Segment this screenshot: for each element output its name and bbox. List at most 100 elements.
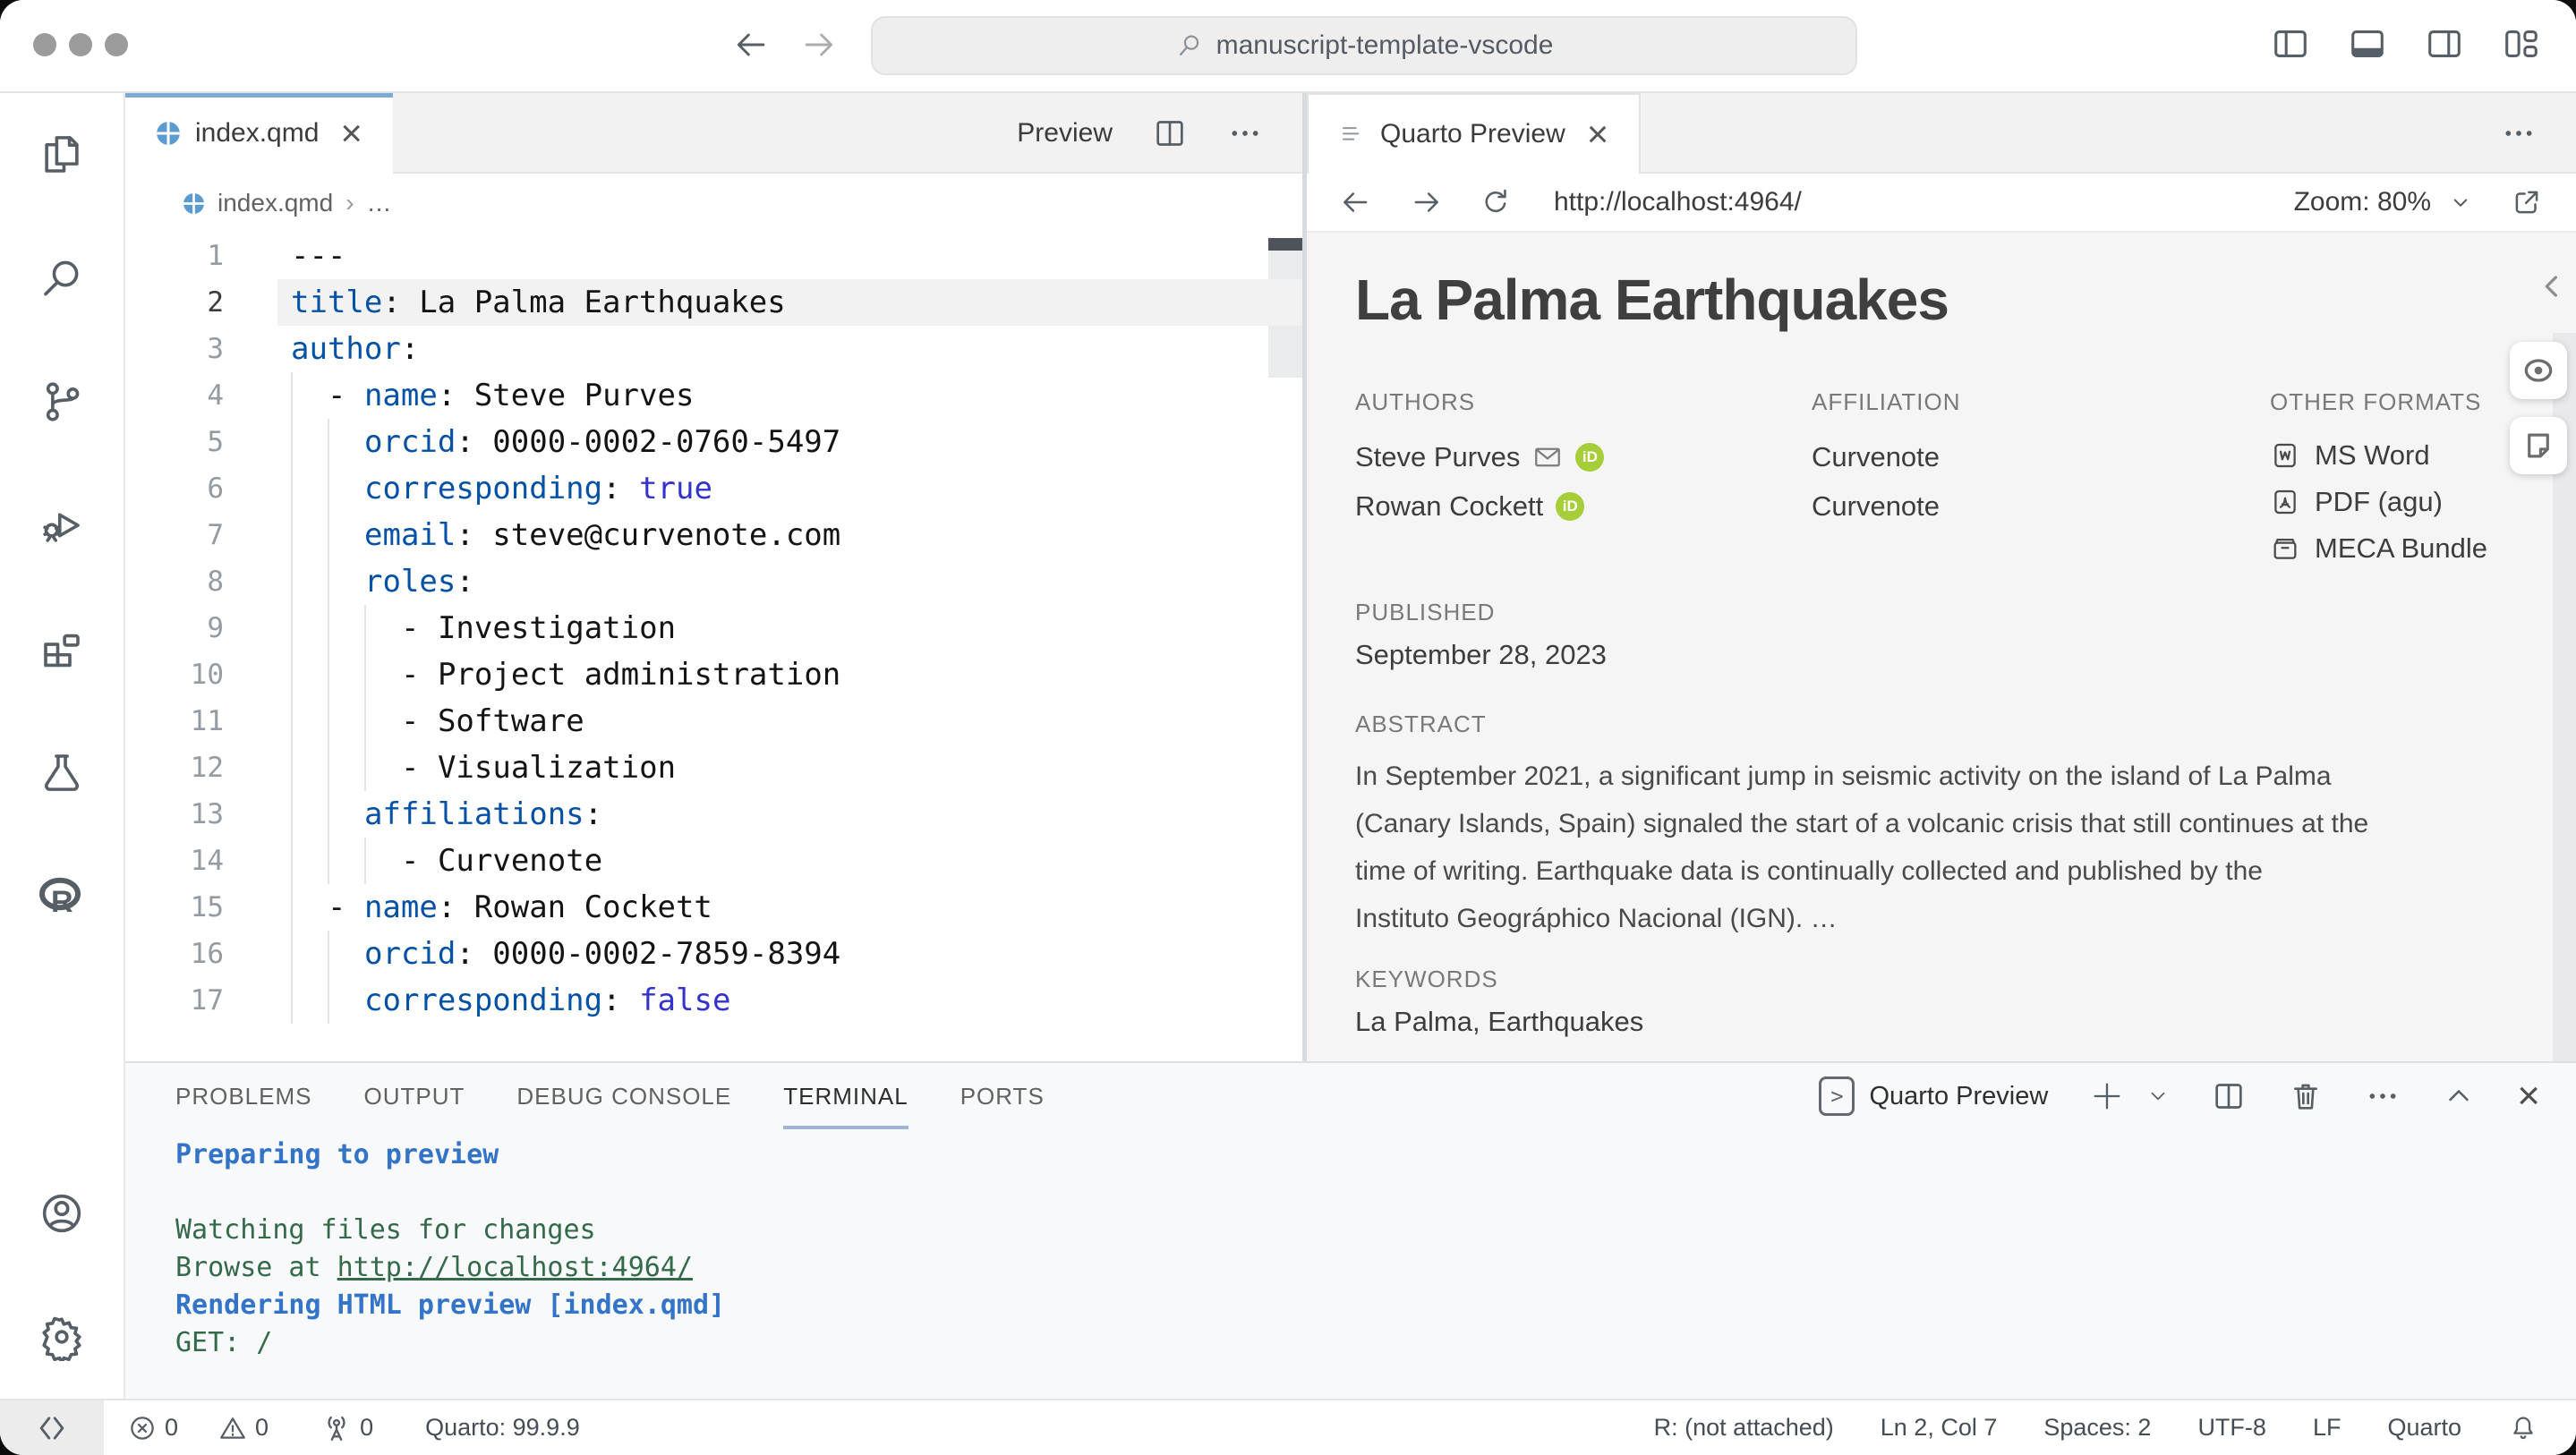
zoom-window-icon[interactable] bbox=[105, 33, 128, 56]
split-terminal-icon[interactable] bbox=[2211, 1078, 2247, 1114]
window-traffic-lights[interactable] bbox=[33, 33, 128, 56]
format-link[interactable]: PDF (agu) bbox=[2270, 479, 2576, 525]
settings-button[interactable] bbox=[0, 1275, 124, 1399]
sidebar-item-explorer[interactable] bbox=[0, 93, 124, 217]
terminal-output[interactable]: Preparing to preview Watching files for … bbox=[125, 1129, 2576, 1362]
back-icon[interactable] bbox=[1339, 185, 1373, 219]
code-line[interactable]: 11 - Software bbox=[125, 698, 1302, 745]
tab-problems[interactable]: PROBLEMS bbox=[175, 1063, 312, 1129]
email-icon[interactable] bbox=[1532, 442, 1563, 472]
annotation-note-button[interactable] bbox=[2510, 417, 2567, 474]
abstract-text: Instituto Geográphico Nacional (IGN). … bbox=[1355, 904, 1838, 933]
breadcrumb[interactable]: index.qmd › … bbox=[125, 174, 1302, 233]
toggle-primary-sidebar-icon[interactable] bbox=[2270, 23, 2311, 64]
reader-view-button[interactable] bbox=[2510, 342, 2567, 399]
more-actions-icon[interactable] bbox=[1227, 115, 1263, 151]
code-line[interactable]: 2 title: La Palma Earthquakes bbox=[125, 279, 1302, 326]
code-line[interactable]: 3 author: bbox=[125, 326, 1302, 372]
format-link[interactable]: MECA Bundle bbox=[2270, 525, 2576, 572]
tab-quarto-preview[interactable]: Quarto Preview × bbox=[1307, 93, 1642, 174]
line-content: - name: Steve Purves bbox=[291, 372, 694, 419]
remote-indicator[interactable] bbox=[0, 1400, 104, 1455]
zoom-control[interactable]: Zoom: 80% bbox=[2294, 187, 2474, 217]
code-line[interactable]: 15 - name: Rowan Cockett bbox=[125, 884, 1302, 931]
format-label: MECA Bundle bbox=[2315, 532, 2487, 564]
terminal-link[interactable]: http://localhost:4964/ bbox=[337, 1252, 693, 1283]
r-status[interactable]: R: (not attached) bbox=[1654, 1414, 1834, 1442]
sidebar-item-run-debug[interactable] bbox=[0, 464, 124, 587]
close-tab-icon[interactable]: × bbox=[340, 115, 363, 152]
toggle-panel-icon[interactable] bbox=[2347, 23, 2388, 64]
line-content: - Software bbox=[291, 698, 584, 745]
breadcrumb-more[interactable]: … bbox=[367, 189, 392, 217]
close-tab-icon[interactable]: × bbox=[1587, 115, 1609, 153]
code-editor[interactable]: 1 --- 2 title: La Palma Earthquakes 3 author:… bbox=[125, 233, 1302, 1061]
preview-mode-label[interactable]: Preview bbox=[1017, 118, 1113, 149]
code-line[interactable]: 9 - Investigation bbox=[125, 605, 1302, 651]
cursor-position[interactable]: Ln 2, Col 7 bbox=[1881, 1414, 1998, 1442]
terminal-instance[interactable]: > Quarto Preview bbox=[1819, 1076, 2048, 1116]
language-mode[interactable]: Quarto bbox=[2387, 1414, 2461, 1442]
abstract-text: (Canary Islands, Spain) signaled the sta… bbox=[1355, 809, 2369, 838]
tab-index-qmd[interactable]: index.qmd × bbox=[125, 93, 393, 174]
history-back-button[interactable] bbox=[727, 20, 777, 70]
customize-layout-icon[interactable] bbox=[2501, 23, 2542, 64]
sidebar-item-extensions[interactable] bbox=[0, 587, 124, 710]
ports-status[interactable]: 0 bbox=[320, 1412, 373, 1444]
code-line[interactable]: 14 - Curvenote bbox=[125, 838, 1302, 884]
sidebar-item-search[interactable] bbox=[0, 217, 124, 340]
problems-status[interactable]: 0 0 bbox=[127, 1413, 269, 1443]
history-forward-button[interactable] bbox=[793, 20, 843, 70]
new-terminal-icon[interactable] bbox=[2089, 1078, 2125, 1114]
author-name: Steve Purves bbox=[1355, 440, 1521, 472]
indent-guide bbox=[291, 838, 293, 884]
more-actions-icon[interactable] bbox=[2365, 1078, 2401, 1114]
toggle-secondary-sidebar-icon[interactable] bbox=[2424, 23, 2465, 64]
preview-tabs: Quarto Preview × bbox=[1307, 93, 2576, 174]
preview-url[interactable]: http://localhost:4964/ bbox=[1554, 187, 1802, 217]
code-line[interactable]: 16 orcid: 0000-0002-7859-8394 bbox=[125, 931, 1302, 977]
reload-icon[interactable] bbox=[1479, 185, 1513, 219]
maximize-panel-icon[interactable] bbox=[2442, 1079, 2476, 1113]
bell-icon[interactable] bbox=[2508, 1413, 2538, 1443]
quarto-version[interactable]: Quarto: 99.9.9 bbox=[425, 1414, 580, 1442]
breadcrumb-file[interactable]: index.qmd bbox=[218, 189, 333, 217]
code-line[interactable]: 6 corresponding: true bbox=[125, 465, 1302, 512]
terminal-dropdown-icon[interactable] bbox=[2146, 1085, 2170, 1108]
orcid-icon[interactable]: iD bbox=[1575, 442, 1605, 472]
code-line[interactable]: 12 - Visualization bbox=[125, 745, 1302, 791]
command-center-search[interactable]: manuscript-template-vscode bbox=[871, 16, 1857, 75]
code-line[interactable]: 8 roles: bbox=[125, 558, 1302, 605]
code-line[interactable]: 4 - name: Steve Purves bbox=[125, 372, 1302, 419]
r-language-icon: R bbox=[39, 877, 81, 918]
orcid-icon[interactable]: iD bbox=[1556, 491, 1585, 521]
sidebar-item-testing[interactable] bbox=[0, 710, 124, 834]
tab-debug-console[interactable]: DEBUG CONSOLE bbox=[516, 1063, 731, 1129]
code-line[interactable]: 10 - Project administration bbox=[125, 651, 1302, 698]
tab-ports[interactable]: PORTS bbox=[960, 1063, 1045, 1129]
indent-setting[interactable]: Spaces: 2 bbox=[2043, 1414, 2151, 1442]
sidebar-item-r[interactable]: R bbox=[0, 834, 124, 957]
forward-icon[interactable] bbox=[1409, 185, 1443, 219]
split-editor-icon[interactable] bbox=[1152, 115, 1188, 151]
code-line[interactable]: 1 --- bbox=[125, 233, 1302, 279]
account-button[interactable] bbox=[0, 1152, 124, 1275]
encoding[interactable]: UTF-8 bbox=[2197, 1414, 2266, 1442]
kill-terminal-icon[interactable] bbox=[2288, 1078, 2324, 1114]
more-actions-icon[interactable] bbox=[2501, 115, 2537, 151]
code-line[interactable]: 13 affiliations: bbox=[125, 791, 1302, 838]
eol[interactable]: LF bbox=[2313, 1414, 2341, 1442]
tab-terminal[interactable]: TERMINAL bbox=[783, 1063, 908, 1129]
code-line[interactable]: 5 orcid: 0000-0002-0760-5497 bbox=[125, 419, 1302, 465]
close-window-icon[interactable] bbox=[33, 33, 56, 56]
minimize-window-icon[interactable] bbox=[69, 33, 92, 56]
code-line[interactable]: 17 corresponding: false bbox=[125, 977, 1302, 1024]
sidebar-item-source-control[interactable] bbox=[0, 340, 124, 464]
code-line[interactable]: 7 email: steve@curvenote.com bbox=[125, 512, 1302, 558]
collapse-panel-button[interactable] bbox=[2535, 268, 2571, 304]
published-section: PUBLISHED September 28, 2023 bbox=[1355, 599, 2576, 671]
close-panel-icon[interactable]: × bbox=[2517, 1076, 2540, 1116]
search-icon bbox=[1179, 35, 1198, 56]
open-external-icon[interactable] bbox=[2510, 185, 2544, 219]
tab-output[interactable]: OUTPUT bbox=[364, 1063, 465, 1129]
